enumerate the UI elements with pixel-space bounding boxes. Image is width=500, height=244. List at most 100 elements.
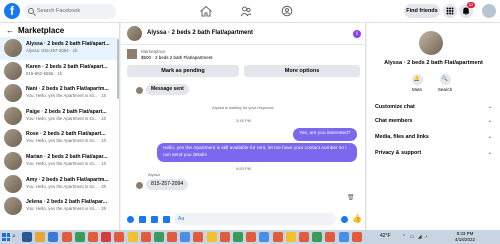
groups-icon[interactable] <box>281 5 293 17</box>
taskbar-app-icon[interactable] <box>127 232 138 242</box>
incoming-message: 815-257-2094 <box>146 179 189 190</box>
taskbar-app-icon[interactable] <box>114 232 125 242</box>
taskbar-app-icon[interactable] <box>48 232 59 242</box>
sticker-icon[interactable] <box>151 216 158 223</box>
home-icon[interactable] <box>200 5 212 17</box>
taskbar-app-icon[interactable] <box>233 232 243 242</box>
conversation-preview: You: Hello, yes the Apartment is sti... … <box>26 160 107 166</box>
conversation-preview: 815-862-5655 · 1h <box>26 70 63 76</box>
timestamp: 3:45 PM <box>236 118 251 123</box>
outgoing-message: Hello, yes the Apartment is still availa… <box>157 143 357 162</box>
conversation-thumbnail <box>4 106 22 125</box>
find-friends-button[interactable]: Find friends <box>404 4 440 18</box>
thumbs-up-icon[interactable]: 👍 <box>352 214 362 223</box>
chat-panel: Alyssa · 2 beds 2 bath Flat/apartment i … <box>121 23 366 230</box>
weather-temperature[interactable]: 42°F <box>380 233 391 239</box>
conversation-preview: Alyssa: 815-257-2094 · 1h <box>26 48 78 53</box>
chat-title[interactable]: Alyssa · 2 beds 2 bath Flat/apartment <box>147 30 253 36</box>
conversation-thumbnail <box>4 174 22 193</box>
image-icon[interactable] <box>139 216 146 223</box>
facebook-logo[interactable]: f <box>4 3 20 19</box>
more-options-button[interactable]: More options <box>244 65 360 77</box>
menu-button[interactable] <box>443 4 457 18</box>
conversation-item[interactable]: Alyssa · 2 beds 2 bath Flat/apart... Aly… <box>0 37 118 60</box>
taskbar-app-icon[interactable] <box>153 232 164 242</box>
taskbar-app-icon[interactable] <box>325 232 336 242</box>
back-arrow-icon[interactable]: ← <box>6 26 14 35</box>
taskbar-app-icon[interactable] <box>101 232 112 242</box>
search-placeholder: Search Facebook <box>37 8 81 14</box>
windows-start-icon[interactable] <box>2 233 10 241</box>
listing-thumbnail <box>127 49 137 59</box>
conversation-item[interactable]: Amy · 2 beds 2 bath Flat/apartm... You: … <box>0 173 118 196</box>
taskbar-clock[interactable]: 8:33 PM 4/18/2022 <box>455 231 475 243</box>
taskbar-app-icon[interactable] <box>272 232 283 242</box>
mark-as-pending-button[interactable]: Mark as pending <box>127 65 239 77</box>
sender-name: Alyssa <box>148 172 160 177</box>
sidebar-title: Marketplace <box>18 26 65 35</box>
message-avatar <box>136 182 143 189</box>
taskbar-app-icon[interactable] <box>61 232 72 242</box>
row-label: Privacy & support <box>375 150 422 156</box>
conversation-preview: You: Hello, yes the Apartment is sti... … <box>26 115 107 121</box>
privacy-support-row[interactable]: Privacy & support ⌄ <box>375 150 492 156</box>
conversation-thumbnail <box>4 129 22 148</box>
taskbar-app-icon[interactable] <box>180 232 191 242</box>
taskbar-app-icon[interactable] <box>285 232 296 242</box>
gif-icon[interactable] <box>163 216 170 223</box>
taskbar-app-icon[interactable] <box>312 232 323 242</box>
conversation-preview: You: Hello, yes the Apartment is sti... … <box>26 138 107 144</box>
row-label: Chat members <box>375 118 413 124</box>
sidebar-header: ← Marketplace <box>6 26 64 35</box>
conversation-thumbnail <box>4 197 22 216</box>
taskbar-app-icon[interactable] <box>74 232 85 242</box>
emoji-icon[interactable] <box>341 216 348 223</box>
search-action[interactable]: 🔍 Search <box>435 74 455 92</box>
media-files-links-row[interactable]: Media, files and links ⌄ <box>375 134 492 140</box>
conversation-item[interactable]: Nani · 2 beds 2 bath Flat/apartm... You:… <box>0 82 118 105</box>
conversation-item[interactable]: Marian · 2 beds 2 bath Flat/apar... You:… <box>0 150 118 173</box>
taskbar-app-icon[interactable] <box>338 232 349 242</box>
conversation-name: Nani · 2 beds 2 bath Flat/apartm... <box>26 86 109 93</box>
conversation-thumbnail <box>4 39 22 57</box>
taskbar-search-icon[interactable]: ⌕ <box>12 233 16 241</box>
taskbar-app-icon[interactable] <box>219 232 230 242</box>
chat-members-row[interactable]: Chat members ⌄ <box>375 118 492 124</box>
system-tray-icons[interactable]: ⌃ ▭ ◢ ♪ <box>402 234 428 240</box>
taskbar-app-icon[interactable] <box>193 232 204 242</box>
info-icon[interactable]: i <box>353 30 361 38</box>
plus-icon[interactable] <box>127 216 134 223</box>
taskbar-app-icon[interactable] <box>140 232 151 242</box>
trash-icon[interactable]: 🗑 <box>347 194 355 201</box>
sidebar-scrollbar[interactable] <box>117 39 119 99</box>
taskbar-app-icon[interactable] <box>35 232 46 242</box>
conversation-item[interactable]: Karen · 2 beds 2 bath Flat/apart... 815-… <box>0 60 118 83</box>
mute-label: Mute <box>411 87 422 92</box>
taskbar-app-icon[interactable] <box>22 232 32 242</box>
taskbar-app-icon[interactable] <box>351 232 362 242</box>
conversation-item[interactable]: Jelena · 2 beds 2 bath Flat/apar... You:… <box>0 195 118 218</box>
friends-icon[interactable] <box>240 5 252 17</box>
conversation-name: Paige · 2 beds 2 bath Flat/apart... <box>26 108 107 115</box>
taskbar-app-icon[interactable] <box>206 232 217 242</box>
taskbar-app-icon[interactable] <box>298 232 309 242</box>
search-icon <box>28 8 34 14</box>
message-input[interactable]: Aa <box>174 213 336 225</box>
conversation-name: Rose · 2 beds 2 bath Flat/apart... <box>26 131 106 138</box>
conversation-item[interactable]: Paige · 2 beds 2 bath Flat/apart... You:… <box>0 105 118 128</box>
conversation-thumbnail <box>4 61 22 80</box>
conversation-name: Jelena · 2 beds 2 bath Flat/apar... <box>26 199 108 206</box>
taskbar-app-icon[interactable] <box>167 232 178 242</box>
customize-chat-row[interactable]: Customize chat ⌄ <box>375 104 492 110</box>
chat-avatar[interactable] <box>127 26 142 41</box>
conversation-item[interactable]: Rose · 2 beds 2 bath Flat/apart... You: … <box>0 127 118 150</box>
conversation-preview: You: Hello, yes the Apartment is sti... … <box>26 93 107 99</box>
taskbar-app-icon[interactable] <box>259 232 270 242</box>
mute-action[interactable]: 🔔 Mute <box>407 74 427 92</box>
taskbar-app-icon[interactable] <box>246 232 257 242</box>
row-label: Media, files and links <box>375 134 429 140</box>
chevron-down-icon: ⌄ <box>487 104 492 110</box>
account-avatar[interactable] <box>482 4 496 18</box>
search-input[interactable]: Search Facebook <box>24 4 116 19</box>
taskbar-app-icon[interactable] <box>87 232 98 242</box>
